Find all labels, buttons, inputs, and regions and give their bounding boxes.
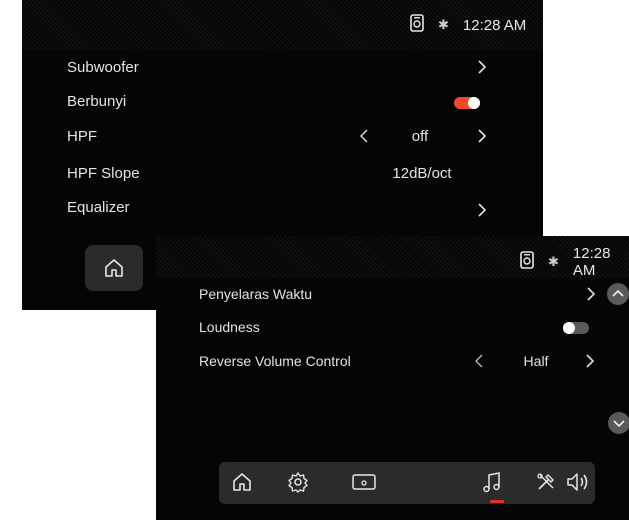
volume-icon[interactable]	[565, 471, 589, 495]
status-time: 12:28 AM	[572, 245, 611, 279]
scroll-up-button[interactable]	[607, 283, 629, 305]
setting-row-subwoofer[interactable]: Subwoofer	[22, 56, 543, 80]
setting-label: Loudness	[199, 319, 260, 335]
status-time: 12:28 AM	[462, 16, 527, 34]
active-tab-indicator	[490, 500, 504, 503]
hpf-slope-value: 12dB/oct	[392, 165, 452, 182]
setting-row-berbunyi: Berbunyi	[22, 90, 543, 114]
bottom-dock	[219, 462, 595, 504]
setting-label: Equalizer	[67, 199, 130, 216]
tools-icon[interactable]	[535, 471, 559, 495]
setting-row-reverse-volume: Reverse Volume Control Half	[156, 350, 629, 374]
home-icon	[105, 259, 123, 277]
scroll-down-button[interactable]	[608, 412, 629, 434]
setting-row-equalizer[interactable]: Equalizer	[22, 196, 543, 220]
home-button[interactable]	[85, 245, 143, 291]
setting-row-hpf-slope: HPF Slope 12dB/oct	[22, 162, 543, 186]
front-settings-screen: ✱ 12:28 AM Penyelaras Waktu Loudness Rev…	[156, 236, 629, 520]
music-icon[interactable]	[481, 471, 505, 495]
chevron-right-icon[interactable]	[585, 352, 595, 370]
berbunyi-toggle[interactable]	[454, 97, 480, 109]
chevron-left-icon[interactable]	[474, 352, 484, 370]
chevron-right-icon[interactable]	[477, 201, 487, 219]
setting-label: Subwoofer	[67, 59, 139, 76]
chevron-down-icon	[613, 420, 625, 428]
phone-link-icon	[410, 14, 424, 36]
setting-label: Reverse Volume Control	[199, 353, 351, 369]
settings-icon[interactable]	[287, 471, 311, 495]
setting-row-loudness: Loudness	[156, 316, 629, 340]
screen-icon[interactable]	[351, 471, 376, 495]
hpf-value: off	[411, 128, 429, 145]
setting-label: Berbunyi	[67, 93, 127, 110]
chevron-right-icon[interactable]	[477, 58, 487, 76]
reverse-volume-value: Half	[523, 353, 549, 369]
setting-label: HPF	[67, 128, 97, 145]
setting-label: HPF Slope	[67, 165, 140, 182]
toggle-knob	[468, 97, 480, 109]
chevron-right-icon[interactable]	[586, 285, 596, 303]
phone-link-icon	[520, 251, 534, 273]
chevron-up-icon	[612, 289, 624, 297]
bluetooth-icon: ✱	[548, 254, 559, 269]
status-bar: ✱ 12:28 AM	[156, 236, 629, 279]
setting-label: Penyelaras Waktu	[199, 286, 313, 302]
setting-row-hpf: HPF off	[22, 125, 543, 149]
toggle-knob	[563, 322, 575, 334]
status-bar: ✱ 12:28 AM	[22, 0, 543, 50]
bluetooth-icon: ✱	[438, 17, 449, 32]
chevron-left-icon[interactable]	[359, 127, 369, 145]
home-icon[interactable]	[231, 471, 255, 495]
loudness-toggle[interactable]	[563, 322, 589, 334]
chevron-right-icon[interactable]	[477, 127, 487, 145]
setting-row-penyelaras-waktu[interactable]: Penyelaras Waktu	[156, 283, 629, 307]
